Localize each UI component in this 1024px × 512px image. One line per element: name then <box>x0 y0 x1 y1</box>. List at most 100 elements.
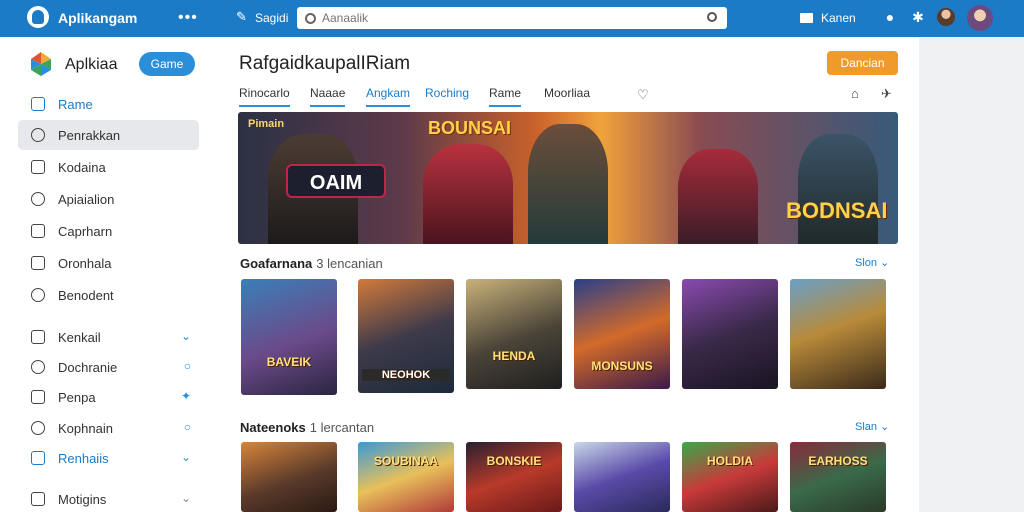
game-card[interactable]: NEOHOK <box>358 279 454 393</box>
sidebar-item-label: Penrakkan <box>58 127 121 143</box>
chart-icon <box>31 288 45 302</box>
game-card[interactable]: HENDA <box>466 279 562 389</box>
messages-button[interactable]: Kanen <box>800 8 856 28</box>
see-all-link[interactable]: Slon ⌄ <box>855 256 889 269</box>
clock-icon <box>31 421 45 435</box>
chevron-down-icon[interactable]: ⌄ <box>181 329 191 343</box>
pin-icon: ✦ <box>180 389 191 403</box>
search-submit-icon[interactable] <box>707 12 717 22</box>
right-panel <box>919 37 1024 512</box>
game-card[interactable]: BAVEIK <box>241 279 337 395</box>
bell-icon <box>31 256 45 270</box>
sidebar: Aplkiaa Game Rame Penrakkan Kodaina Apia… <box>0 37 217 512</box>
game-card[interactable]: MONSUNS <box>574 279 670 389</box>
sidebar-item-label: Motigins <box>58 491 107 507</box>
tab-2[interactable]: Naaae <box>310 86 346 107</box>
section-title: Nateenoks 1 lercantan <box>240 420 374 435</box>
sidebar-item-label: Renhaiis <box>58 450 109 466</box>
top-bar: Aplikangam ••• ✎ Sagidi Kanen ● ✱ <box>0 0 1024 37</box>
chevron-down-icon[interactable]: ⌄ <box>181 491 191 505</box>
banner-title: BOUNSAI <box>428 118 512 138</box>
settings-icon[interactable]: ✱ <box>910 9 926 25</box>
sidebar-item-9[interactable]: Dochranie ○ <box>18 352 199 382</box>
puzzle-icon <box>31 390 45 404</box>
sidebar-item-label: Oronhala <box>58 255 112 271</box>
game-card[interactable] <box>574 442 670 512</box>
game-card-title: HOLDIA <box>707 454 753 468</box>
game-card[interactable] <box>682 279 778 389</box>
sidebar-item-11[interactable]: Kophnain ○ <box>18 413 199 443</box>
page-title: RafgaidkaupalIRiam <box>239 53 411 74</box>
sidebar-item-search[interactable]: Penrakkan <box>18 120 199 150</box>
calendar-icon <box>31 224 45 238</box>
sidebar-item-13[interactable]: Motigins ⌄ <box>18 484 199 512</box>
sidebar-item-6[interactable]: Oronhala <box>18 248 199 278</box>
compass-icon <box>31 192 45 206</box>
sidebar-item-label: Kenkail <box>58 329 101 345</box>
user-avatar-small[interactable] <box>937 8 955 26</box>
game-card[interactable]: BONSKIE <box>466 442 562 512</box>
sidebar-item-5[interactable]: Caprharn <box>18 216 199 246</box>
game-pill-button[interactable]: Game <box>139 52 195 76</box>
tab-3[interactable]: Angkam <box>366 86 411 107</box>
sidebar-item-4[interactable]: Apiaialion <box>18 184 199 214</box>
banner-logo: OAIM <box>286 164 386 198</box>
game-card-title: EARHOSS <box>808 454 868 468</box>
app-title: Aplikangam <box>58 10 138 26</box>
pin-icon[interactable]: ✈ <box>881 86 892 102</box>
sidebar-item-label: Benodent <box>58 287 114 303</box>
banner-end-title: BODNSAI <box>786 198 888 223</box>
calendar-icon <box>31 451 45 465</box>
tab-1[interactable]: Rinocarlo <box>239 86 290 107</box>
game-card[interactable] <box>790 279 886 389</box>
game-card-title: NEOHOK <box>362 369 450 381</box>
game-card[interactable] <box>241 442 337 512</box>
circle-icon <box>31 360 45 374</box>
main-content: RafgaidkaupalIRiam Dancian Rinocarlo Naa… <box>217 37 919 512</box>
game-card[interactable]: EARHOSS <box>790 442 886 512</box>
search-input[interactable] <box>322 11 702 25</box>
pen-icon[interactable]: ✎ <box>236 9 247 25</box>
hero-banner[interactable]: Pimain BOUNSAI OAIM BODNSAI <box>238 112 898 244</box>
sidebar-item-12[interactable]: Renhaiis ⌄ <box>18 443 199 473</box>
search-icon <box>305 12 316 24</box>
user-avatar[interactable] <box>967 5 993 31</box>
list-icon <box>31 160 45 174</box>
quick-label[interactable]: Sagidi <box>255 11 288 25</box>
section-subtitle: 3 lencanian <box>316 256 383 271</box>
see-all-link[interactable]: Slan ⌄ <box>855 420 889 433</box>
brand-logo-icon <box>31 52 51 76</box>
search-icon <box>31 128 45 142</box>
game-card[interactable]: HOLDIA <box>682 442 778 512</box>
sidebar-item-7[interactable]: Benodent <box>18 280 199 310</box>
game-card-title: BAVEIK <box>266 355 312 369</box>
more-menu-icon[interactable]: ••• <box>178 9 198 27</box>
sidebar-item-10[interactable]: Penpa ✦ <box>18 382 199 412</box>
home-icon <box>31 97 45 111</box>
bookmark-icon[interactable]: ⌂ <box>851 86 859 101</box>
sidebar-item-label: Caprharn <box>58 223 113 239</box>
donate-button[interactable]: Dancian <box>827 51 898 75</box>
sidebar-item-label: Kodaina <box>58 159 106 175</box>
message-icon <box>31 492 45 506</box>
tab-6[interactable]: Moorliaa <box>544 86 590 105</box>
sidebar-item-label: Rame <box>58 96 93 112</box>
sidebar-item-label: Kophnain <box>58 420 113 436</box>
game-card-title: HENDA <box>492 349 536 363</box>
tab-4[interactable]: Roching <box>425 86 469 105</box>
app-logo-icon[interactable] <box>27 6 49 28</box>
sidebar-item-label: Apiaialion <box>58 191 115 207</box>
search-bar[interactable] <box>297 7 727 29</box>
section-title-text: Nateenoks <box>240 420 306 435</box>
status-dot-icon: ○ <box>183 420 191 434</box>
section-title-text: Goafarnana <box>240 256 313 271</box>
tab-5[interactable]: Rame <box>489 86 522 107</box>
chat-icon[interactable]: ● <box>882 9 898 25</box>
sidebar-item-3[interactable]: Kodaina <box>18 152 199 182</box>
sidebar-item-home[interactable]: Rame <box>18 89 199 119</box>
chevron-down-icon[interactable]: ⌄ <box>181 450 191 464</box>
game-card[interactable]: SOUBINAA <box>358 442 454 512</box>
heart-icon[interactable]: ♡ <box>637 87 649 103</box>
envelope-icon <box>800 13 813 23</box>
sidebar-item-8[interactable]: Kenkail ⌄ <box>18 322 199 352</box>
